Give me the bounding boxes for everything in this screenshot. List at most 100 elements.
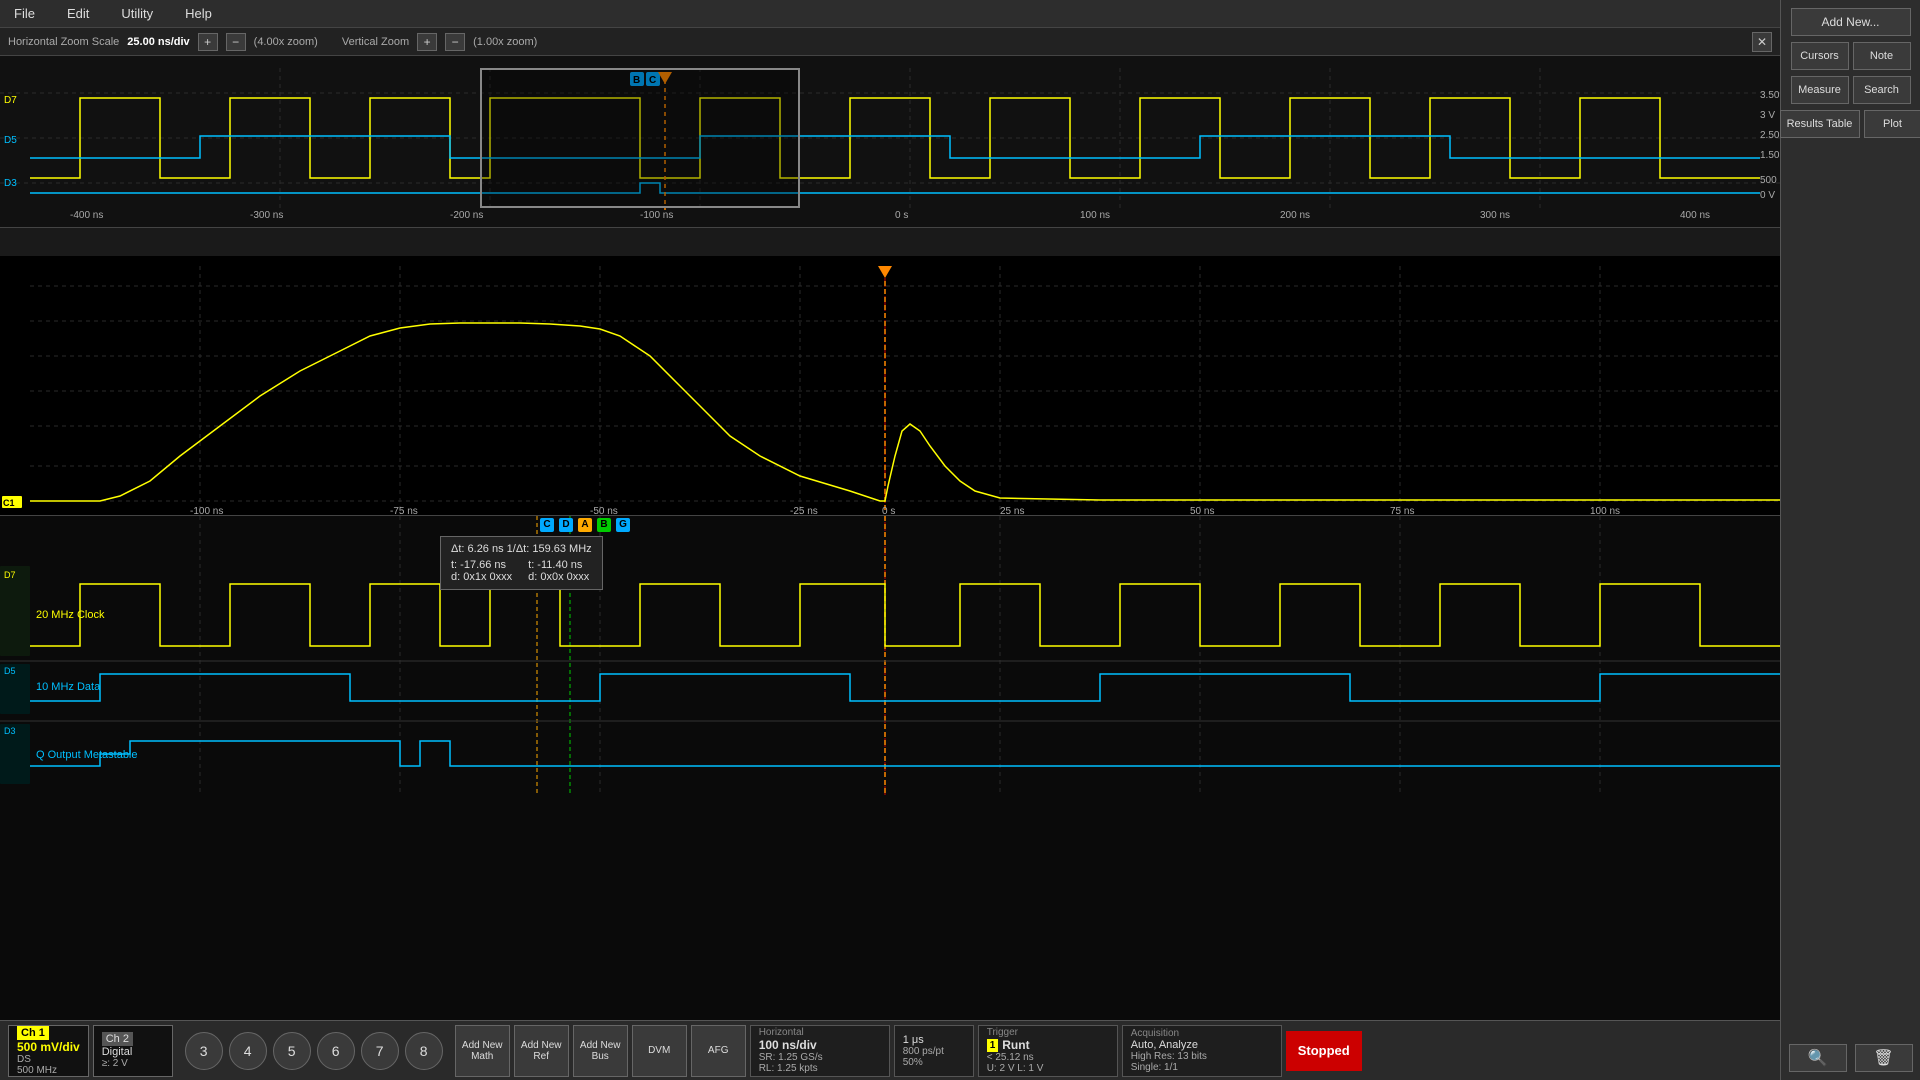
h-delay: 1 μs [903,1034,965,1046]
svg-text:-100 ns: -100 ns [640,210,673,221]
stopped-button[interactable]: Stopped [1286,1031,1362,1071]
svg-text:75 ns: 75 ns [1390,506,1414,515]
trash-icon-button[interactable]: 🗑 [1855,1044,1913,1072]
v-zoom-factor: (1.00x zoom) [473,36,537,48]
trigger-levels: U: 2 V L: 1 V [987,1063,1109,1074]
add-new-math-button[interactable]: Add New Math [455,1025,510,1077]
afg-button[interactable]: AFG [691,1025,746,1077]
horizontal-rl: RL: 1.25 kpts [759,1063,881,1074]
svg-text:D3: D3 [4,726,16,736]
hz-zoom-value: 25.00 ns/div [127,36,189,48]
menu-file[interactable]: File [8,4,41,23]
cursor-a-data: d: 0x1x 0xxx [451,571,512,583]
close-zoom-button[interactable]: ✕ [1752,32,1772,52]
note-button[interactable]: Note [1853,42,1911,70]
cursor-b-data: d: 0x0x 0xxx [528,571,589,583]
cursor-tooltip: Δt: 6.26 ns 1/Δt: 159.63 MHz t: -17.66 n… [440,536,603,590]
menu-edit[interactable]: Edit [61,4,95,23]
menu-utility[interactable]: Utility [115,4,159,23]
acq-res: High Res: 13 bits [1131,1051,1273,1062]
v-zoom-label: Vertical Zoom [342,36,409,48]
ch2-block[interactable]: Ch 2 Digital ≥: 2 V [93,1025,173,1077]
hz-zoom-label: Horizontal Zoom Scale [8,36,119,48]
svg-text:-200 ns: -200 ns [450,210,483,221]
num-8-button[interactable]: 8 [405,1032,443,1070]
num-6-button[interactable]: 6 [317,1032,355,1070]
svg-text:0 V: 0 V [1760,190,1775,201]
svg-text:200 ns: 200 ns [1280,210,1310,221]
svg-text:10 MHz Data: 10 MHz Data [36,681,101,693]
hz-zoom-out[interactable]: − [226,33,246,51]
menu-help[interactable]: Help [179,4,218,23]
v-zoom-in[interactable]: + [417,33,437,51]
cursors-button[interactable]: Cursors [1791,42,1849,70]
trigger-ch-badge: 1 [987,1039,999,1052]
acq-analyze: Analyze [1159,1039,1198,1051]
svg-text:D5: D5 [4,666,16,676]
svg-text:D7: D7 [4,570,16,580]
zoom-box [480,68,800,208]
horizontal-scale: 100 ns/div [759,1038,881,1052]
acq-mode: Auto, [1131,1039,1157,1051]
ch1-block[interactable]: Ch 1 500 mV/div DS 500 MHz [8,1025,89,1077]
svg-text:0 s: 0 s [895,210,908,221]
svg-text:400 ns: 400 ns [1680,210,1710,221]
svg-text:2.50 V: 2.50 V [1760,130,1780,141]
ch1-scale: 500 mV/div [17,1040,80,1054]
num-5-button[interactable]: 5 [273,1032,311,1070]
h-pt: 800 ps/pt [903,1046,965,1057]
horizontal-label: Horizontal [759,1027,881,1038]
delta-t-line: Δt: 6.26 ns 1/Δt: 159.63 MHz [451,543,592,555]
svg-text:-25 ns: -25 ns [790,506,818,515]
num-4-button[interactable]: 4 [229,1032,267,1070]
add-new-ref-button[interactable]: Add New Ref [514,1025,569,1077]
add-new-bus-button[interactable]: Add New Bus [573,1025,628,1077]
svg-text:0 s: 0 s [882,506,895,515]
digital-area: C D A B G Δt: 6.26 ns 1/Δt: 159.63 MHz t… [0,516,1780,1020]
waveform-overview: Waveform View [0,28,1780,228]
hz-zoom-in[interactable]: + [198,33,218,51]
svg-text:100 ns: 100 ns [1590,506,1620,515]
svg-text:300 ns: 300 ns [1480,210,1510,221]
trigger-lt: < 25.12 ns [987,1052,1109,1063]
h-trig-pos: 50% [903,1057,965,1068]
horizontal-block[interactable]: Horizontal 100 ns/div SR: 1.25 GS/s RL: … [750,1025,890,1077]
search-button[interactable]: Search [1853,76,1911,104]
svg-text:500 mV: 500 mV [1760,175,1780,186]
trigger-label: Trigger [987,1027,1109,1038]
svg-text:D3: D3 [4,178,17,189]
svg-text:-300 ns: -300 ns [250,210,283,221]
num-7-button[interactable]: 7 [361,1032,399,1070]
dvm-button[interactable]: DVM [632,1025,687,1077]
waveform-main: -100 ns -75 ns -50 ns -25 ns 0 s 25 ns 5… [0,256,1780,516]
svg-text:-75 ns: -75 ns [390,506,418,515]
svg-text:3.50 V: 3.50 V [1760,90,1780,101]
svg-text:3 V: 3 V [1760,110,1775,121]
horizontal-extra-block: 1 μs 800 ps/pt 50% [894,1025,974,1077]
svg-text:-100 ns: -100 ns [190,506,223,515]
svg-text:C1: C1 [3,498,15,508]
svg-text:1.50 V: 1.50 V [1760,150,1780,161]
ch1-bw: 500 MHz [17,1065,80,1076]
trigger-type: Runt [1002,1038,1029,1052]
ch2-threshold: ≥: 2 V [102,1058,164,1069]
trigger-block[interactable]: Trigger 1 Runt < 25.12 ns U: 2 V L: 1 V [978,1025,1118,1077]
menubar: File Edit Utility Help [0,0,1920,28]
horizontal-sr: SR: 1.25 GS/s [759,1052,881,1063]
right-panel: Add New... Cursors Note Measure Search R… [1780,0,1920,1080]
measure-button[interactable]: Measure [1791,76,1849,104]
main-waveform-canvas: -100 ns -75 ns -50 ns -25 ns 0 s 25 ns 5… [0,256,1780,515]
v-zoom-out[interactable]: − [445,33,465,51]
svg-text:-400 ns: -400 ns [70,210,103,221]
num-3-button[interactable]: 3 [185,1032,223,1070]
zoom-icon-button[interactable]: 🔍 [1789,1044,1847,1072]
ch2-label: Ch 2 [102,1032,133,1046]
svg-text:D7: D7 [4,95,17,106]
ch1-coupling: DS [17,1054,80,1065]
plot-button[interactable]: Plot [1864,110,1920,138]
digital-canvas: D7 20 MHz Clock D5 10 MHz Data D3 [0,516,1780,1020]
results-table-button[interactable]: Results Table [1780,110,1860,138]
add-new-button[interactable]: Add New... [1791,8,1911,36]
acquisition-block[interactable]: Acquisition Auto, Analyze High Res: 13 b… [1122,1025,1282,1077]
hz-zoom-factor: (4.00x zoom) [254,36,318,48]
